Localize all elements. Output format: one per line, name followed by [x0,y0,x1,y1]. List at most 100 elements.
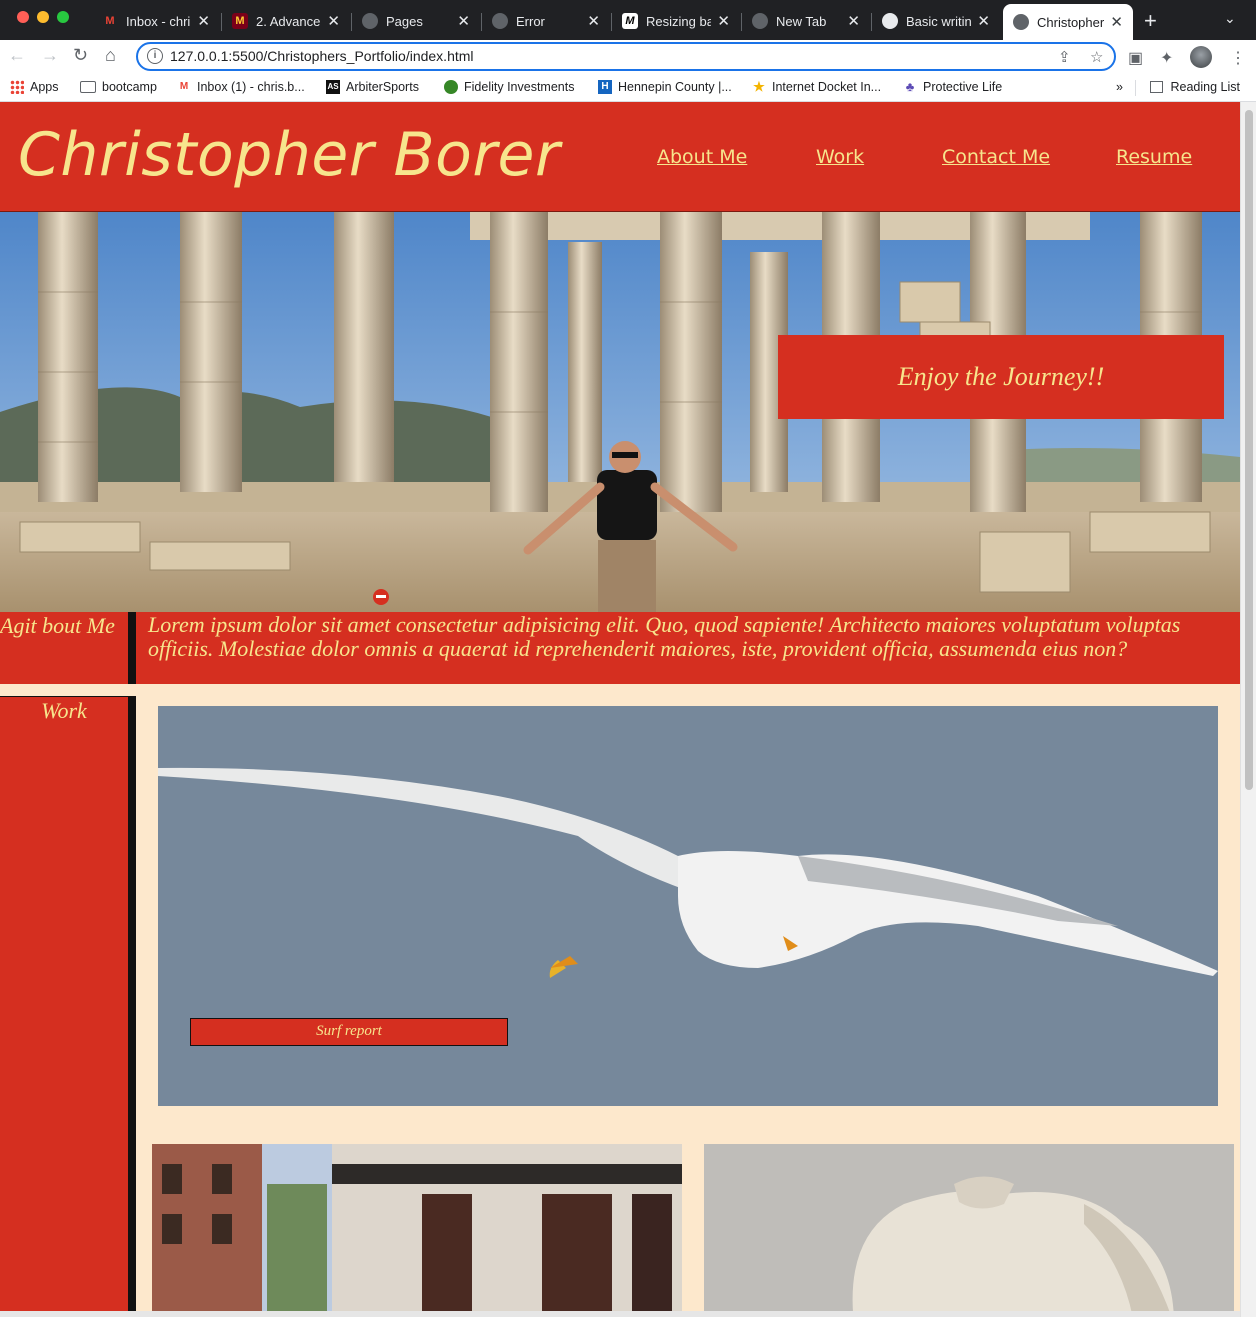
bookmark-bootcamp[interactable]: bootcamp [80,80,157,94]
reading-list-label: Reading List [1170,80,1241,94]
browser-tab-active[interactable]: Christopher ✕ [1003,4,1133,40]
tab-search-icon[interactable]: ⌄ [1224,10,1236,27]
hennepin-icon: H [598,80,612,94]
url-text: 127.0.0.1:5500/Christophers_Portfolio/in… [170,48,474,64]
address-bar[interactable]: i 127.0.0.1:5500/Christophers_Portfolio/… [136,42,1116,71]
bookmark-apps[interactable]: Apps [10,80,59,94]
close-icon[interactable]: ✕ [587,12,600,30]
folder-icon [80,81,96,93]
close-icon[interactable]: ✕ [717,12,730,30]
reading-list-button[interactable]: Reading List [1149,80,1241,94]
close-icon[interactable]: ✕ [197,12,210,30]
browser-tab[interactable]: Pages ✕ [352,6,480,36]
browser-tab[interactable]: Error ✕ [482,6,610,36]
tab-title: New Tab [776,13,827,29]
star-icon: ★ [753,79,765,94]
page-horizontal-scrollbar[interactable] [0,1311,1240,1317]
bookmark-label: Fidelity Investments [464,80,575,94]
work-sidebar: Work [0,696,128,1317]
home-icon[interactable]: ⌂ [105,45,116,66]
forward-icon[interactable]: → [41,45,59,66]
bookmark-label: ArbiterSports [346,80,419,94]
project-thumbnail-statue[interactable] [704,1144,1234,1317]
bookmark-internet-docket[interactable]: ★ Internet Docket In... [752,79,882,95]
about-text: Lorem ipsum dolor sit amet consectetur a… [148,612,1181,661]
tab-title: Inbox - chri [126,13,191,29]
github-icon [882,13,898,29]
nav-about-me-link[interactable]: About Me [657,146,747,168]
close-icon[interactable]: ✕ [977,12,990,30]
share-icon[interactable]: ⇪ [1058,48,1071,66]
gmail-icon: M [179,81,189,92]
reload-icon[interactable]: ↻ [73,45,88,66]
maximize-window-button[interactable] [57,11,69,23]
close-icon[interactable]: ✕ [1110,13,1123,31]
nav-resume-link[interactable]: Resume [1116,146,1192,168]
bookmark-arbitersports[interactable]: AS ArbiterSports [326,80,419,94]
globe-icon [492,13,508,29]
site-info-icon[interactable]: i [147,48,163,64]
browser-tab[interactable]: New Tab ✕ [742,6,870,36]
gmail-icon: M [105,15,115,27]
umn-icon: M [232,13,248,29]
bookmarks-bar: Apps bootcamp M Inbox (1) - chris.b... A… [0,74,1256,102]
bookmark-star-icon[interactable]: ☆ [1090,48,1103,66]
menu-icon[interactable]: ⋮ [1230,48,1246,68]
about-section: Agit bout Me Lorem ipsum dolor sit amet … [0,612,1240,684]
hero-image: Enjoy the Journey!! [0,212,1240,612]
back-icon[interactable]: ← [8,45,26,66]
close-icon[interactable]: ✕ [327,12,340,30]
scrollbar-thumb[interactable] [1245,110,1253,790]
work-heading: Work [41,698,87,723]
protective-icon: ♣ [905,79,915,94]
tab-title: Resizing ba [646,13,712,29]
bookmark-label: bootcamp [102,80,157,94]
bookmark-label: Apps [30,80,59,94]
site-name: Christopher Borer [18,120,561,190]
browser-tab[interactable]: M Resizing ba ✕ [612,6,740,36]
puzzle-icon[interactable]: ✦ [1160,48,1173,68]
medium-icon: M [622,13,638,29]
tab-title: Error [516,13,545,29]
project-thumbnail-street[interactable] [152,1144,682,1317]
bookmark-label: Hennepin County |... [618,80,732,94]
nav-contact-me-link[interactable]: Contact Me [942,146,1050,168]
browser-tab[interactable]: M 2. Advance ✕ [222,6,350,36]
close-icon[interactable]: ✕ [847,12,860,30]
chevron-double-right-icon: » [1116,80,1123,94]
arbiter-icon: AS [326,80,340,94]
reading-list-icon [1149,81,1163,93]
browser-tab-strip: M Inbox - chri ✕ M 2. Advance ✕ Pages ✕ … [0,0,1256,40]
avatar[interactable] [1190,46,1212,68]
bookmark-hennepin[interactable]: H Hennepin County |... [598,80,732,94]
tab-title: Basic writin [906,13,972,29]
statue-photo [704,1144,1234,1317]
extension-icon[interactable]: ▣ [1128,48,1143,68]
close-window-button[interactable] [17,11,29,23]
globe-icon [1013,14,1029,30]
browser-toolbar: ← → ↻ ⌂ i 127.0.0.1:5500/Christophers_Po… [0,40,1256,74]
minimize-window-button[interactable] [37,11,49,23]
hero-tagline: Enjoy the Journey!! [778,335,1224,419]
feature-project-card[interactable]: Surf report [158,706,1218,1106]
bookmark-protective-life[interactable]: ♣ Protective Life [903,79,1003,95]
bookmarks-overflow-button[interactable]: » [1116,80,1123,94]
tab-title: 2. Advance [256,13,321,29]
github-icon [362,13,378,29]
street-photo [152,1144,682,1317]
globe-icon [752,13,768,29]
browser-tab[interactable]: M Inbox - chri ✕ [92,6,220,36]
browser-tab[interactable]: Basic writin ✕ [872,6,1000,36]
web-page: Christopher Borer About Me Work Contact … [0,102,1240,1317]
fidelity-icon [444,80,458,94]
bookmark-label: Protective Life [923,80,1003,94]
page-vertical-scrollbar[interactable] [1240,102,1256,1317]
tab-title: Pages [386,13,423,29]
nav-work-link[interactable]: Work [816,146,864,168]
new-tab-button[interactable]: + [1144,8,1157,34]
feature-caption[interactable]: Surf report [190,1018,508,1046]
bookmark-gmail[interactable]: M Inbox (1) - chris.b... [177,80,305,94]
close-icon[interactable]: ✕ [457,12,470,30]
bookmark-label: Internet Docket In... [772,80,882,94]
bookmark-fidelity[interactable]: Fidelity Investments [444,80,574,94]
